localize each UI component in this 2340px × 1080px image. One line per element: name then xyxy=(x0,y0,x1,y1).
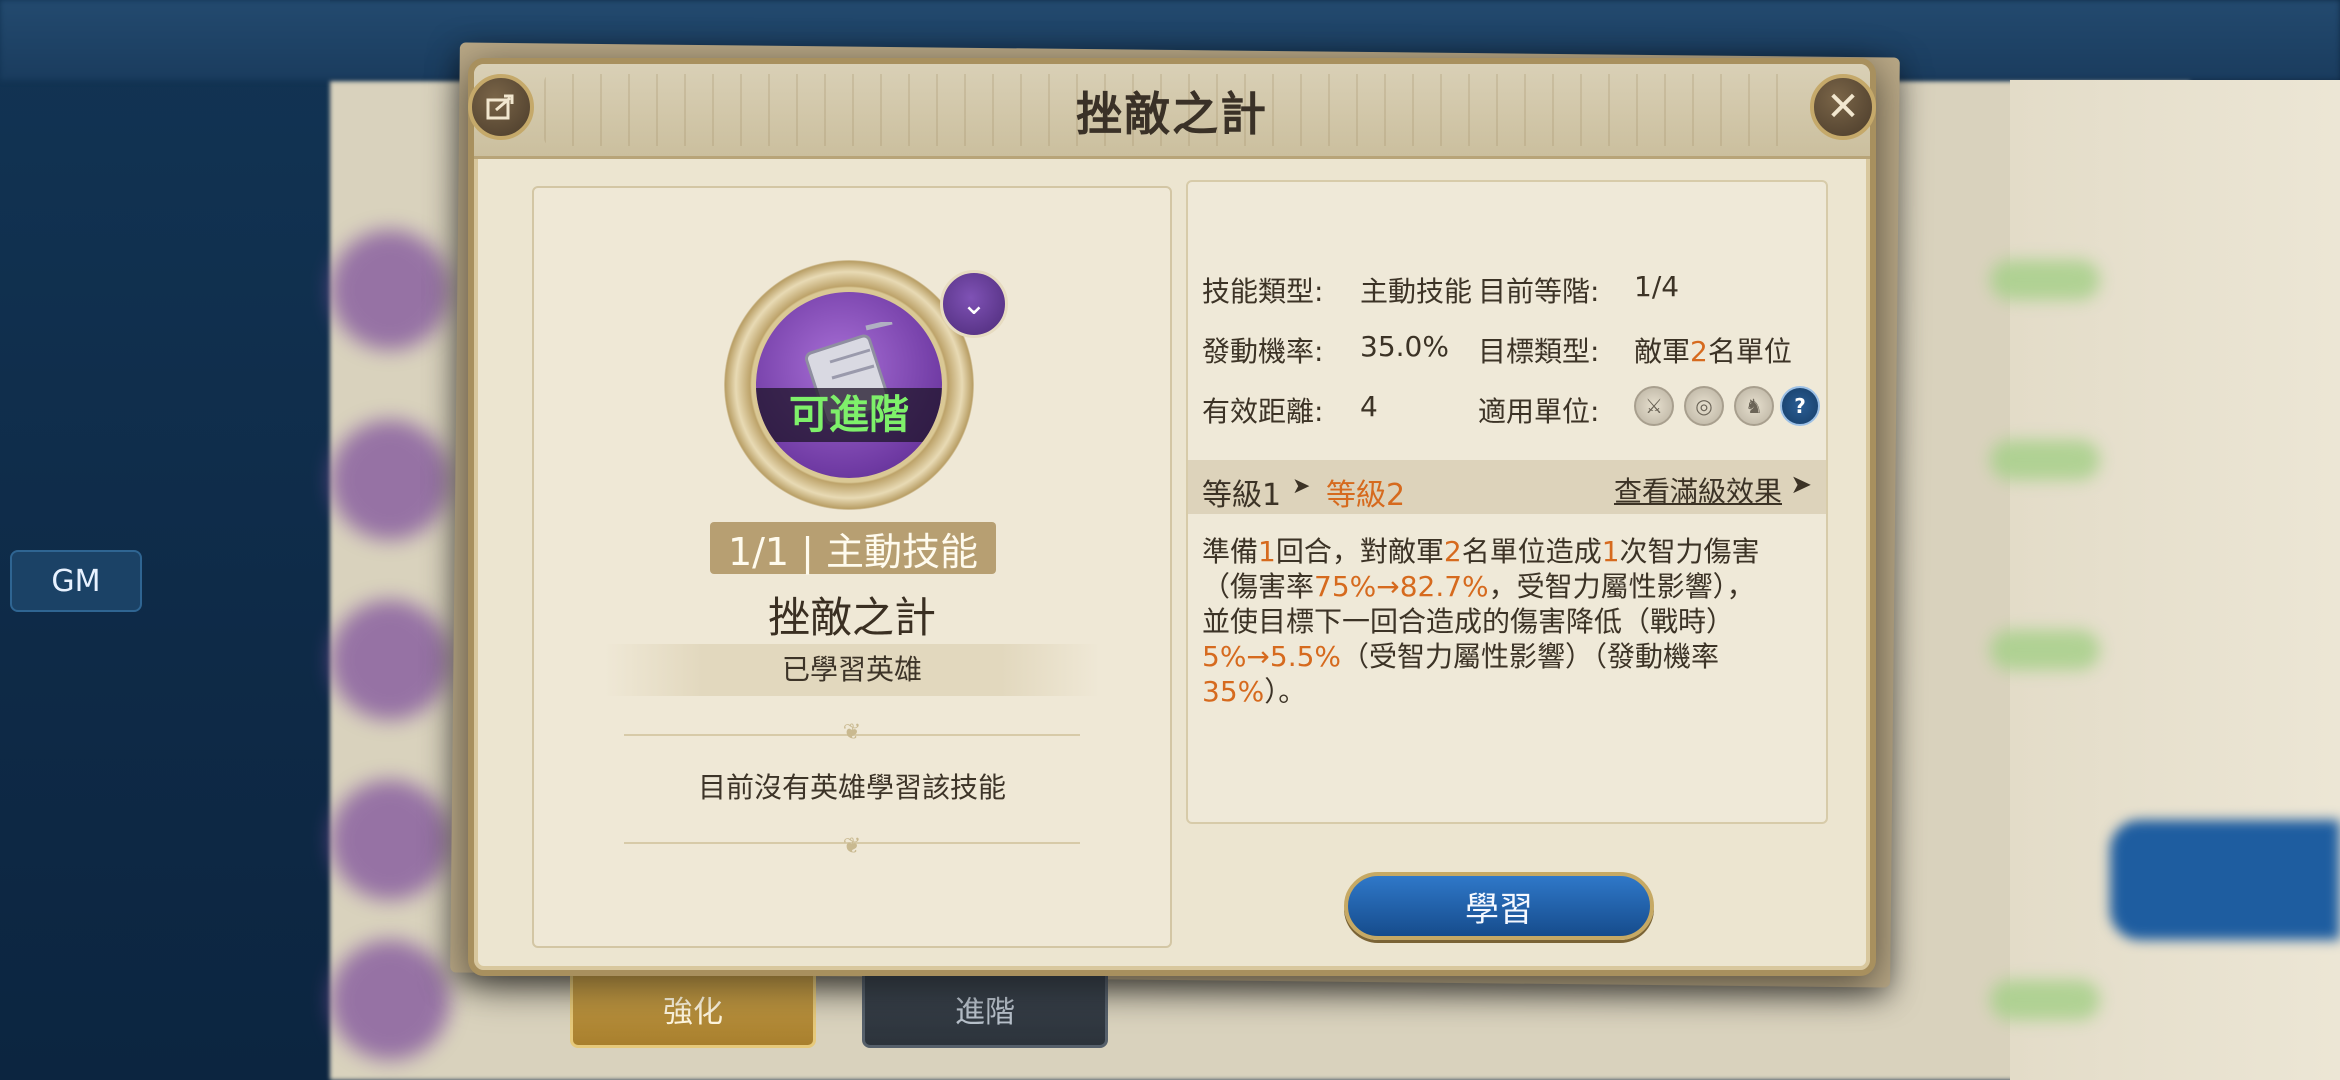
background-pill xyxy=(1990,260,2100,300)
background-skill-orb xyxy=(330,940,450,1060)
range-value: 4 xyxy=(1360,390,1378,423)
background-left-menu xyxy=(0,0,330,1080)
background-skill-orb xyxy=(330,780,450,900)
skill-type-value: 主動技能 xyxy=(1360,275,1473,308)
ornament-top: ❦ xyxy=(842,720,862,745)
target-type-label: 目標類型: xyxy=(1478,335,1600,368)
chevron-right-icon: ➤ xyxy=(1790,470,1812,500)
background-pill xyxy=(1990,980,2100,1020)
trigger-rate-label: 發動機率: xyxy=(1202,335,1324,368)
skill-type-label: 技能類型: xyxy=(1202,275,1324,308)
next-level: 等級2 xyxy=(1326,478,1406,513)
skill-icon-frame[interactable]: 可進階 xyxy=(724,260,974,510)
tab-strengthen[interactable]: 強化 xyxy=(570,970,816,1048)
background-pill xyxy=(1990,440,2100,480)
view-max-effect-link[interactable]: 查看滿級效果 xyxy=(1614,470,1782,510)
skill-dropdown-button[interactable]: ⌄ xyxy=(940,270,1008,338)
no-hero-message: 目前沒有英雄學習該技能 xyxy=(697,771,1006,804)
dialog-header: 挫敵之計 xyxy=(474,64,1870,159)
close-button[interactable]: ✕ xyxy=(1810,74,1876,140)
background-blue-button xyxy=(2110,820,2340,940)
gm-button[interactable]: GM xyxy=(10,550,142,612)
range-label: 有效距離: xyxy=(1202,395,1324,428)
skill-name: 挫敵之計 xyxy=(767,593,936,642)
dialog-title: 挫敵之計 xyxy=(1076,87,1268,141)
tab-advance[interactable]: 進階 xyxy=(862,970,1108,1048)
background-skill-orb xyxy=(330,600,450,720)
skill-detail-card: 技能類型: 主動技能 目前等階: 1/4 發動機率: 35.0% 目標類型: 敵… xyxy=(1186,180,1828,824)
share-icon xyxy=(486,94,514,120)
applicable-units-label: 適用單位: xyxy=(1478,395,1600,428)
skill-icon: 可進階 xyxy=(756,292,942,478)
question-icon[interactable]: ? xyxy=(1780,386,1820,426)
skill-description: 準備1回合，對敵軍2名單位造成1次智力傷害 （傷害率75%→82.7%，受智力屬性… xyxy=(1202,535,1760,708)
current-rank-label: 目前等階: xyxy=(1478,275,1600,308)
skill-level-badge: 1/1 | 主動技能 xyxy=(710,522,996,574)
current-level: 等級1 xyxy=(1202,478,1282,513)
share-button[interactable] xyxy=(468,74,534,140)
target-type-value: 敵軍2名單位 xyxy=(1634,335,1792,368)
level-comparison-bar: 等級1 ➤ 等級2 查看滿級效果 ➤ xyxy=(1188,460,1826,514)
current-rank-value: 1/4 xyxy=(1634,270,1680,303)
skill-overview-card: 可進階 ⌄ 1/1 | 主動技能 挫敵之計 已學習英雄 ❦ 目前沒有英雄學習該技… xyxy=(532,186,1172,948)
horse-icon[interactable]: ♞ xyxy=(1734,386,1774,426)
sword-icon[interactable]: ⚔ xyxy=(1634,386,1674,426)
learned-heroes-label: 已學習英雄 xyxy=(604,644,1100,696)
trigger-rate-value: 35.0% xyxy=(1360,330,1449,363)
chevron-down-icon: ⌄ xyxy=(961,286,987,322)
ornament-bottom: ❦ xyxy=(842,834,862,859)
skill-dialog: 挫敵之計 ✕ 可進階 ⌄ 1/1 | 主動技能 挫敵之計 已學習英雄 ❦ 目前沒… xyxy=(468,58,1876,976)
target-icon[interactable]: ◎ xyxy=(1684,386,1724,426)
background-skill-orb xyxy=(330,420,450,540)
level-arrow-icon: ➤ xyxy=(1292,474,1311,499)
learned-heroes-list: ❦ 目前沒有英雄學習該技能 ❦ xyxy=(624,720,1080,859)
background-pill xyxy=(1990,630,2100,670)
learn-button[interactable]: 學習 xyxy=(1344,872,1654,940)
close-icon: ✕ xyxy=(1826,84,1860,130)
background-skill-orb xyxy=(330,230,450,350)
can-advance-label: 可進階 xyxy=(756,388,942,442)
